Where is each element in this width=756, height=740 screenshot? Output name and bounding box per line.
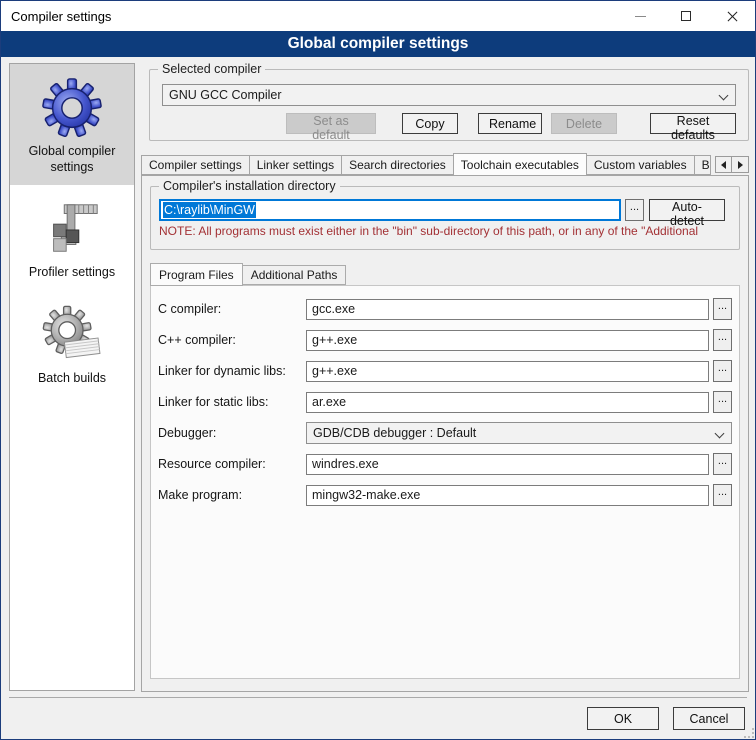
field-label: Linker for static libs: bbox=[158, 395, 306, 409]
gray-gear-stack-icon bbox=[41, 304, 103, 366]
compiler-select-value: GNU GCC Compiler bbox=[169, 88, 282, 102]
caliper-icon bbox=[41, 198, 103, 260]
installation-directory-input[interactable]: C:\raylib\MinGW bbox=[159, 199, 621, 221]
tab-compiler-settings[interactable]: Compiler settings bbox=[141, 155, 250, 175]
resource-compiler-browse-button[interactable]: ... bbox=[713, 453, 732, 475]
page-title: Global compiler settings bbox=[1, 31, 755, 57]
dynamic-linker-browse-button[interactable]: ... bbox=[713, 360, 732, 382]
compiler-buttons-row: Set as default Copy Rename Delete Reset … bbox=[162, 113, 736, 134]
tab-search-directories[interactable]: Search directories bbox=[342, 155, 454, 175]
selected-compiler-group: Selected compiler GNU GCC Compiler Set a… bbox=[149, 69, 749, 141]
installation-directory-note: NOTE: All programs must exist either in … bbox=[159, 224, 725, 238]
compiler-settings-dialog: Compiler settings Global compiler settin… bbox=[0, 0, 756, 740]
c-compiler-input[interactable]: gcc.exe bbox=[306, 299, 709, 320]
program-files-tabstrip: Program Files Additional Paths bbox=[150, 262, 740, 285]
reset-defaults-button[interactable]: Reset defaults bbox=[650, 113, 736, 134]
blue-gear-icon bbox=[41, 77, 103, 139]
program-files-page: C compiler: gcc.exe ... C++ compiler: g+… bbox=[150, 285, 740, 679]
window-title: Compiler settings bbox=[1, 9, 111, 24]
installation-directory-group: Compiler's installation directory C:\ray… bbox=[150, 186, 740, 250]
settings-sidebar: Global compiler settings Profiler settin… bbox=[9, 63, 135, 691]
ok-button[interactable]: OK bbox=[587, 707, 659, 730]
tab-linker-settings[interactable]: Linker settings bbox=[250, 155, 342, 175]
sidebar-item-label: Global compiler settings bbox=[12, 144, 132, 175]
field-label: C++ compiler: bbox=[158, 333, 306, 347]
installation-directory-row: C:\raylib\MinGW ... Auto-detect bbox=[159, 199, 725, 221]
cpp-compiler-browse-button[interactable]: ... bbox=[713, 329, 732, 351]
selected-compiler-legend: Selected compiler bbox=[158, 62, 265, 76]
field-value: g++.exe bbox=[312, 364, 357, 378]
installation-directory-value: C:\raylib\MinGW bbox=[163, 202, 256, 218]
installation-directory-legend: Compiler's installation directory bbox=[159, 179, 340, 193]
static-linker-input[interactable]: ar.exe bbox=[306, 392, 709, 413]
sidebar-item-label: Profiler settings bbox=[29, 265, 115, 281]
window-controls bbox=[617, 1, 755, 31]
dynamic-linker-input[interactable]: g++.exe bbox=[306, 361, 709, 382]
chevron-down-icon bbox=[719, 91, 729, 101]
debugger-select-value: GDB/CDB debugger : Default bbox=[313, 426, 476, 440]
minimize-button[interactable] bbox=[617, 1, 663, 31]
dialog-content: Global compiler settings Profiler settin… bbox=[1, 57, 755, 739]
maximize-button[interactable] bbox=[663, 1, 709, 31]
form-row-resource-compiler: Resource compiler: windres.exe ... bbox=[158, 453, 732, 475]
field-value: gcc.exe bbox=[312, 302, 355, 316]
resource-compiler-input[interactable]: windres.exe bbox=[306, 454, 709, 475]
installation-directory-browse-button[interactable]: ... bbox=[625, 199, 644, 221]
field-label: Debugger: bbox=[158, 426, 306, 440]
form-row-static-linker: Linker for static libs: ar.exe ... bbox=[158, 391, 732, 413]
tab-scroll-left-button[interactable] bbox=[715, 156, 732, 173]
chevron-down-icon bbox=[715, 429, 725, 439]
form-row-c-compiler: C compiler: gcc.exe ... bbox=[158, 298, 732, 320]
compiler-select[interactable]: GNU GCC Compiler bbox=[162, 84, 736, 106]
tab-custom-variables[interactable]: Custom variables bbox=[587, 155, 695, 175]
dialog-footer: OK Cancel bbox=[9, 697, 747, 739]
close-icon bbox=[726, 10, 739, 23]
set-as-default-button[interactable]: Set as default bbox=[286, 113, 376, 134]
sidebar-item-profiler-settings[interactable]: Profiler settings bbox=[10, 185, 134, 291]
make-program-browse-button[interactable]: ... bbox=[713, 484, 732, 506]
cancel-button[interactable]: Cancel bbox=[673, 707, 745, 730]
field-label: C compiler: bbox=[158, 302, 306, 316]
static-linker-browse-button[interactable]: ... bbox=[713, 391, 732, 413]
field-label: Resource compiler: bbox=[158, 457, 306, 471]
close-button[interactable] bbox=[709, 1, 755, 31]
field-value: ar.exe bbox=[312, 395, 346, 409]
scroll-right-icon bbox=[738, 161, 743, 169]
main-tabstrip: Compiler settings Linker settings Search… bbox=[141, 152, 749, 175]
tab-build-options[interactable]: Build options bbox=[695, 155, 711, 175]
tab-additional-paths[interactable]: Additional Paths bbox=[243, 265, 347, 285]
field-value: windres.exe bbox=[312, 457, 379, 471]
sidebar-item-batch-builds[interactable]: Batch builds bbox=[10, 291, 134, 397]
tab-scroll-buttons bbox=[715, 156, 749, 173]
tab-program-files[interactable]: Program Files bbox=[150, 263, 243, 286]
sidebar-item-label: Batch builds bbox=[38, 371, 106, 387]
main-panel: Selected compiler GNU GCC Compiler Set a… bbox=[141, 63, 749, 692]
field-label: Linker for dynamic libs: bbox=[158, 364, 306, 378]
scroll-left-icon bbox=[721, 161, 726, 169]
debugger-select[interactable]: GDB/CDB debugger : Default bbox=[306, 422, 732, 444]
toolchain-executables-page: Compiler's installation directory C:\ray… bbox=[141, 175, 749, 692]
field-value: g++.exe bbox=[312, 333, 357, 347]
minimize-icon bbox=[635, 16, 646, 17]
field-value: mingw32-make.exe bbox=[312, 488, 420, 502]
tab-scroll-right-button[interactable] bbox=[732, 156, 749, 173]
copy-button[interactable]: Copy bbox=[402, 113, 458, 134]
make-program-input[interactable]: mingw32-make.exe bbox=[306, 485, 709, 506]
form-row-cpp-compiler: C++ compiler: g++.exe ... bbox=[158, 329, 732, 351]
titlebar: Compiler settings bbox=[1, 1, 755, 31]
auto-detect-button[interactable]: Auto-detect bbox=[649, 199, 725, 221]
form-row-debugger: Debugger: GDB/CDB debugger : Default bbox=[158, 422, 732, 444]
form-row-dynamic-linker: Linker for dynamic libs: g++.exe ... bbox=[158, 360, 732, 382]
sidebar-item-global-compiler-settings[interactable]: Global compiler settings bbox=[10, 64, 134, 185]
tab-toolchain-executables[interactable]: Toolchain executables bbox=[453, 153, 587, 176]
c-compiler-browse-button[interactable]: ... bbox=[713, 298, 732, 320]
field-label: Make program: bbox=[158, 488, 306, 502]
delete-button[interactable]: Delete bbox=[551, 113, 617, 134]
rename-button[interactable]: Rename bbox=[478, 113, 542, 134]
form-row-make-program: Make program: mingw32-make.exe ... bbox=[158, 484, 732, 506]
resize-grip[interactable] bbox=[744, 728, 754, 738]
maximize-icon bbox=[681, 11, 691, 21]
cpp-compiler-input[interactable]: g++.exe bbox=[306, 330, 709, 351]
